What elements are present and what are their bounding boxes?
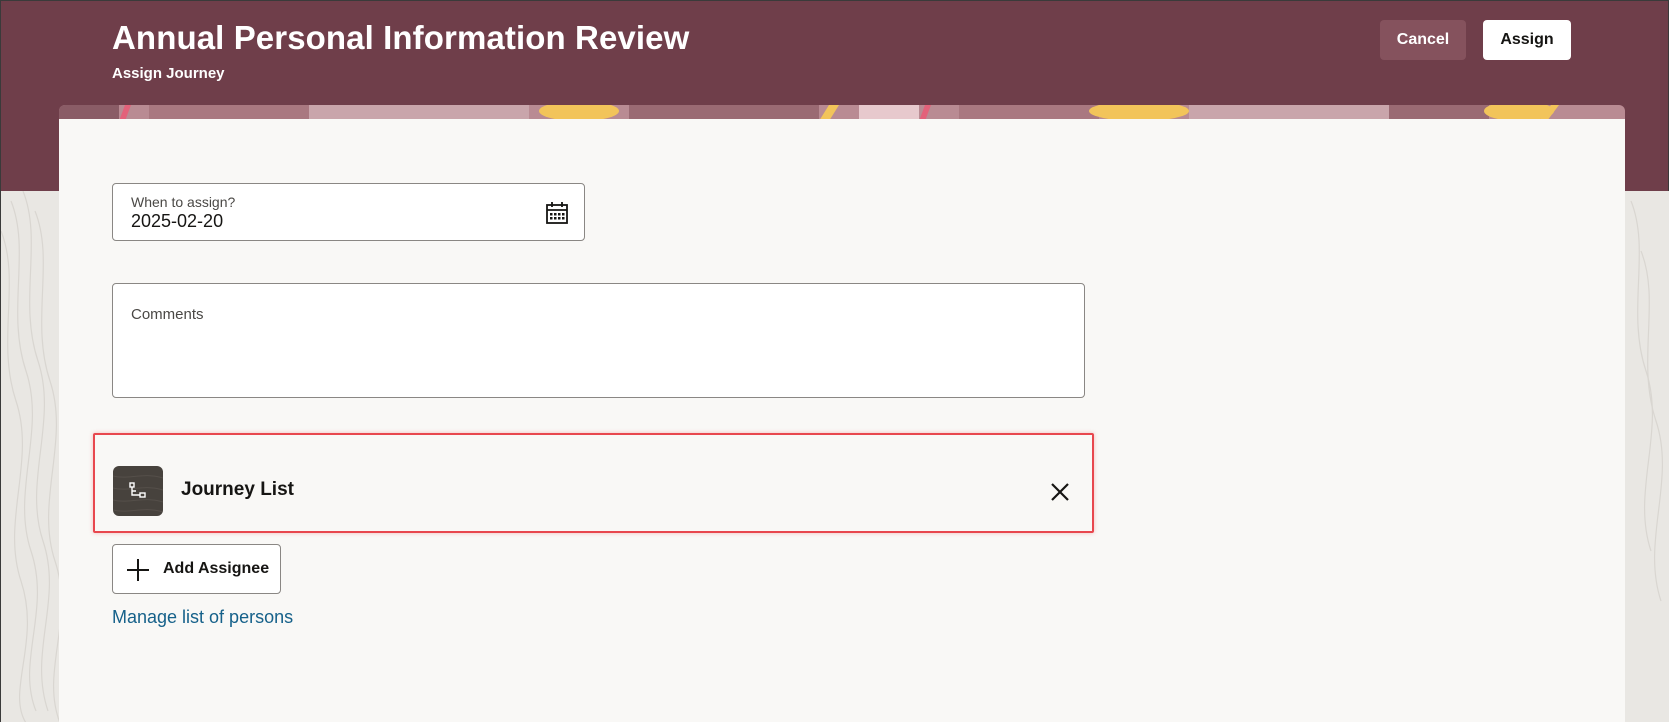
journey-list-label: Journey List xyxy=(181,479,294,500)
date-field-label: When to assign? xyxy=(131,194,236,210)
assign-button[interactable]: Assign xyxy=(1483,20,1571,60)
date-field-value[interactable]: 2025-02-20 xyxy=(131,211,223,232)
add-assignee-button[interactable]: Add Assignee xyxy=(112,544,281,594)
page-subtitle: Assign Journey xyxy=(112,65,225,82)
plus-icon xyxy=(125,557,151,583)
close-icon[interactable] xyxy=(1048,480,1072,504)
when-to-assign-field[interactable]: When to assign? 2025-02-20 xyxy=(112,183,585,241)
hierarchy-icon xyxy=(113,466,163,516)
journey-list-item: Journey List xyxy=(93,433,1094,533)
calendar-icon[interactable] xyxy=(544,200,570,226)
page-title: Annual Personal Information Review xyxy=(112,19,690,56)
cancel-button[interactable]: Cancel xyxy=(1380,20,1466,60)
comments-label: Comments xyxy=(131,306,204,323)
manage-list-link[interactable]: Manage list of persons xyxy=(112,607,293,628)
add-assignee-label: Add Assignee xyxy=(163,560,270,577)
comments-field[interactable]: Comments xyxy=(112,283,1085,398)
